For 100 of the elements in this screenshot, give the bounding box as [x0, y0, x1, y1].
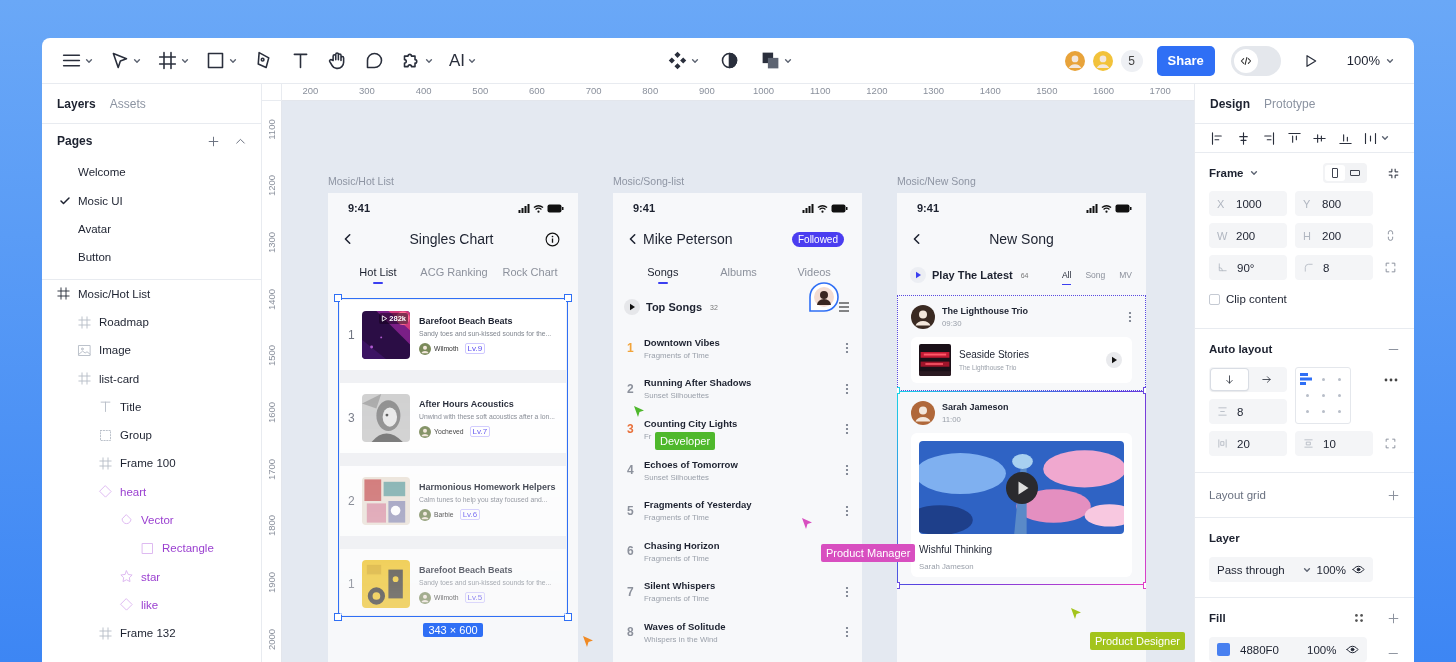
play-button[interactable]: [1005, 471, 1038, 504]
layer-item[interactable]: Group: [42, 421, 261, 450]
ruler-label: 1800: [266, 515, 277, 537]
add-icon[interactable]: [207, 134, 220, 148]
layer-item[interactable]: Frame 100: [42, 449, 261, 478]
layer-item[interactable]: Image: [42, 336, 261, 365]
panel-tab[interactable]: Layers: [57, 96, 96, 111]
color-swatch[interactable]: [1217, 643, 1230, 656]
rank-number: 2: [348, 494, 356, 508]
layer-item[interactable]: Vector: [42, 505, 261, 535]
layer-item[interactable]: like: [42, 590, 261, 620]
checkbox[interactable]: [1209, 293, 1220, 305]
number-field[interactable]: 8: [1295, 255, 1373, 280]
number-field[interactable]: 8: [1209, 399, 1287, 424]
layer-item[interactable]: list-card: [42, 364, 261, 393]
eye-icon[interactable]: [1352, 563, 1365, 576]
more-icon[interactable]: [845, 464, 849, 477]
menu-icon[interactable]: [838, 302, 850, 312]
align-left-icon[interactable]: [1210, 130, 1225, 146]
styles-icon[interactable]: [1353, 612, 1365, 624]
layer-item[interactable]: Rectangle: [42, 534, 261, 563]
field-value: 20: [1237, 437, 1250, 450]
layer-item[interactable]: Roadmap: [42, 307, 261, 337]
resize-handle[interactable]: [334, 613, 342, 621]
page-item[interactable]: Avatar: [42, 214, 261, 244]
share-button[interactable]: Share: [1156, 45, 1215, 76]
add-icon[interactable]: [1387, 488, 1400, 502]
play-button[interactable]: [910, 267, 926, 283]
more-icon[interactable]: [1128, 311, 1132, 323]
number-field[interactable]: 10: [1295, 431, 1373, 456]
play-button[interactable]: [624, 299, 640, 315]
distribute-icon[interactable]: [1363, 130, 1378, 146]
square-icon: [205, 50, 226, 71]
dot-icon: [1337, 410, 1341, 414]
number-field[interactable]: W 200: [1209, 223, 1287, 248]
ruler-label: 200: [302, 85, 319, 98]
filter-tab[interactable]: All: [1061, 268, 1072, 282]
more-icon[interactable]: [845, 626, 849, 639]
chevron-down-icon: [690, 56, 699, 65]
align-right-icon[interactable]: [1261, 130, 1276, 146]
size-label: 343 × 600: [423, 623, 483, 637]
number-field[interactable]: X 1000: [1209, 191, 1287, 216]
layer-item[interactable]: heart: [42, 477, 261, 506]
avatar: [419, 425, 431, 438]
followed-button[interactable]: Followed: [791, 231, 844, 247]
tab[interactable]: Hot List: [359, 263, 397, 281]
alignment-grid[interactable]: [1295, 367, 1351, 424]
portrait-button[interactable]: [1325, 165, 1345, 181]
layer-name: Roadmap: [99, 316, 149, 328]
add-icon[interactable]: [1387, 611, 1400, 625]
more-icon[interactable]: [845, 342, 849, 355]
image-icon: [77, 342, 92, 358]
ruler-label: 800: [642, 85, 659, 98]
more-icon[interactable]: [845, 585, 849, 598]
page-item[interactable]: Mosic UI: [42, 186, 261, 215]
page-item[interactable]: Welcome: [42, 158, 261, 187]
play-button[interactable]: [1106, 352, 1122, 368]
song-title: Barefoot Beach Beats: [419, 564, 513, 575]
code-toggle[interactable]: [1230, 45, 1281, 76]
more-icon[interactable]: [845, 382, 849, 395]
screen-title: New Song: [988, 231, 1055, 247]
page-item[interactable]: Button: [42, 243, 261, 272]
author-name: The Lighthouse Trio: [942, 306, 1028, 316]
avatar: [419, 508, 431, 521]
chevron-down-icon: [1386, 56, 1394, 65]
tab[interactable]: Songs: [647, 263, 679, 281]
resize-handle[interactable]: [564, 613, 572, 621]
number-field[interactable]: Y 800: [1295, 191, 1373, 216]
number-field[interactable]: H 200: [1295, 223, 1373, 248]
resize-handle[interactable]: [564, 294, 572, 302]
number-field[interactable]: 20: [1209, 431, 1287, 456]
layer-item[interactable]: Mosic/Hot List: [42, 279, 261, 308]
chevron-down-icon: [229, 56, 237, 65]
status-time: 9:41: [917, 202, 941, 214]
more-icon[interactable]: [845, 423, 849, 436]
layer-item[interactable]: Frame 132: [42, 619, 261, 648]
more-horizontal-icon[interactable]: [1383, 377, 1398, 382]
panel-tab[interactable]: Design: [1210, 96, 1250, 111]
layer-name: Title: [120, 400, 142, 413]
layer-item[interactable]: star: [42, 562, 261, 591]
diamond-icon: [119, 597, 134, 613]
layer-item[interactable]: Title: [42, 392, 261, 422]
info-icon[interactable]: [545, 231, 560, 247]
eye-icon[interactable]: [1346, 643, 1360, 656]
collapse-icon[interactable]: [1387, 166, 1400, 180]
number-field[interactable]: 90°: [1209, 255, 1287, 280]
resize-handle[interactable]: [334, 294, 342, 302]
ai-tool-button[interactable]: AI: [446, 46, 480, 75]
align-top-icon[interactable]: [1286, 130, 1302, 146]
level-badge: Lv.9: [464, 343, 486, 354]
zoom-menu[interactable]: 100%: [1340, 52, 1400, 69]
fill-field[interactable]: 4880F0 100%: [1209, 637, 1368, 662]
diamond-icon: [98, 484, 113, 500]
opacity-value: 100%: [1316, 563, 1346, 576]
dot-icon: [1305, 394, 1309, 397]
check-icon: [59, 194, 71, 207]
section-title: Play The Latest: [932, 269, 1013, 281]
ruler-label: 2000: [266, 628, 277, 650]
blend-field[interactable]: Pass through 100%: [1209, 557, 1373, 582]
more-icon[interactable]: [845, 504, 849, 517]
